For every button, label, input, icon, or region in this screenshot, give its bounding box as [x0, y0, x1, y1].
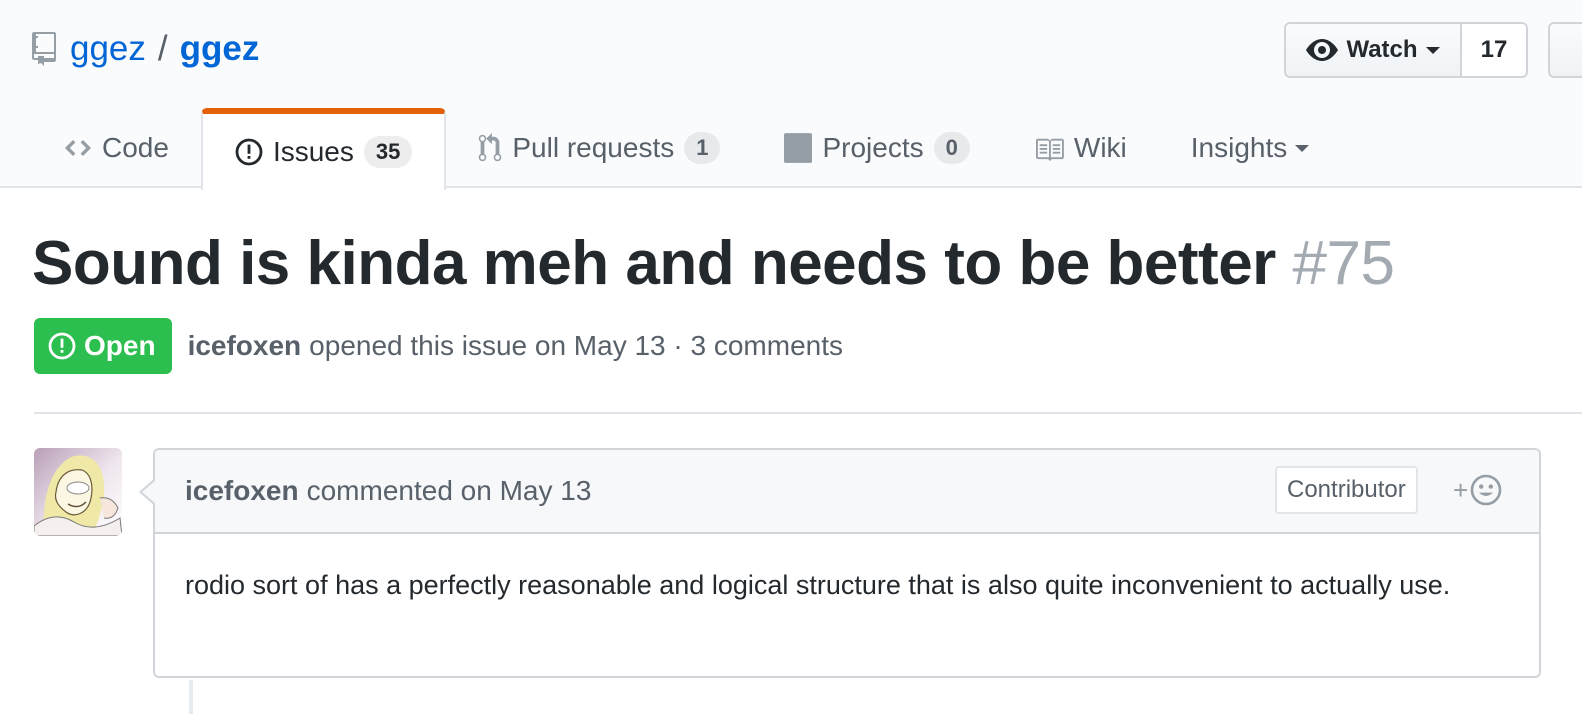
tab-issues[interactable]: Issues 35 [200, 108, 447, 190]
repo-icon [32, 32, 58, 66]
watch-button[interactable]: Watch [1284, 22, 1462, 78]
repo-header: ggez / ggez Watch 17 Code Issues 35 Pull… [0, 0, 1582, 190]
tab-pull-requests[interactable]: Pull requests 1 [446, 108, 752, 188]
add-reaction-button[interactable]: + [1453, 474, 1502, 506]
issues-counter: 35 [363, 136, 413, 168]
timeline-line [189, 680, 193, 714]
contributor-badge: Contributor [1275, 466, 1418, 514]
tab-projects-label: Projects [822, 132, 924, 163]
tab-projects[interactable]: Projects 0 [752, 108, 1001, 188]
tab-insights-label: Insights [1190, 132, 1288, 163]
repo-owner-link[interactable]: ggez [70, 29, 146, 69]
chevron-down-icon [1295, 144, 1310, 152]
comment-header: icefoxen commented on May 13 Contributor… [155, 450, 1539, 534]
comment-body: rodio sort of has a perfectly reasonable… [185, 570, 1451, 600]
tab-insights[interactable]: Insights [1159, 108, 1342, 188]
repo-path-separator: / [157, 29, 168, 68]
tab-code-label: Code [102, 132, 169, 163]
avatar[interactable] [34, 448, 122, 536]
issue-opened-icon [235, 138, 263, 166]
project-icon [784, 133, 813, 163]
comment-author-link[interactable]: icefoxen [185, 475, 299, 507]
smiley-icon [1470, 474, 1502, 506]
code-icon [64, 138, 92, 158]
issue-author-link[interactable]: icefoxen [188, 330, 302, 362]
tab-pull-requests-label: Pull requests [512, 132, 675, 163]
header-divider [34, 412, 1582, 414]
star-button[interactable] [1548, 22, 1582, 78]
tab-wiki-label: Wiki [1073, 132, 1127, 163]
issue-title-text: Sound is kinda meh and needs to be bette… [32, 229, 1276, 298]
timeline-comment: icefoxen commented on May 13 Contributor… [139, 448, 1541, 678]
tab-code[interactable]: Code [32, 108, 201, 188]
tab-wiki[interactable]: Wiki [1002, 108, 1159, 188]
git-pull-request-icon [478, 133, 502, 163]
comment-action-text: commented on May 13 [306, 475, 592, 506]
issue-opened-icon [48, 332, 76, 360]
eye-icon [1306, 39, 1339, 61]
tab-issues-label: Issues [272, 136, 354, 167]
issue-state-badge: Open [34, 318, 172, 374]
watch-label: Watch [1346, 36, 1418, 63]
repo-title: ggez / ggez [32, 26, 259, 72]
watch-button-group: Watch 17 [1284, 22, 1528, 78]
projects-counter: 0 [933, 132, 970, 164]
repo-name-link[interactable]: ggez [180, 29, 260, 69]
issue-meta-text: opened this issue on May 13 · 3 comments [309, 330, 844, 361]
book-icon [1034, 135, 1064, 161]
pull-requests-counter: 1 [684, 132, 721, 164]
repo-nav-tabs: Code Issues 35 Pull requests 1 Projects … [32, 108, 1342, 190]
watch-count[interactable]: 17 [1462, 22, 1528, 78]
chevron-down-icon [1425, 46, 1440, 54]
issue-title: Sound is kinda meh and needs to be bette… [32, 228, 1395, 299]
reaction-plus: + [1453, 474, 1469, 505]
issue-meta: Open icefoxen opened this issue on May 1… [34, 318, 843, 374]
issue-number: #75 [1292, 229, 1395, 298]
issue-state-label: Open [84, 330, 156, 361]
